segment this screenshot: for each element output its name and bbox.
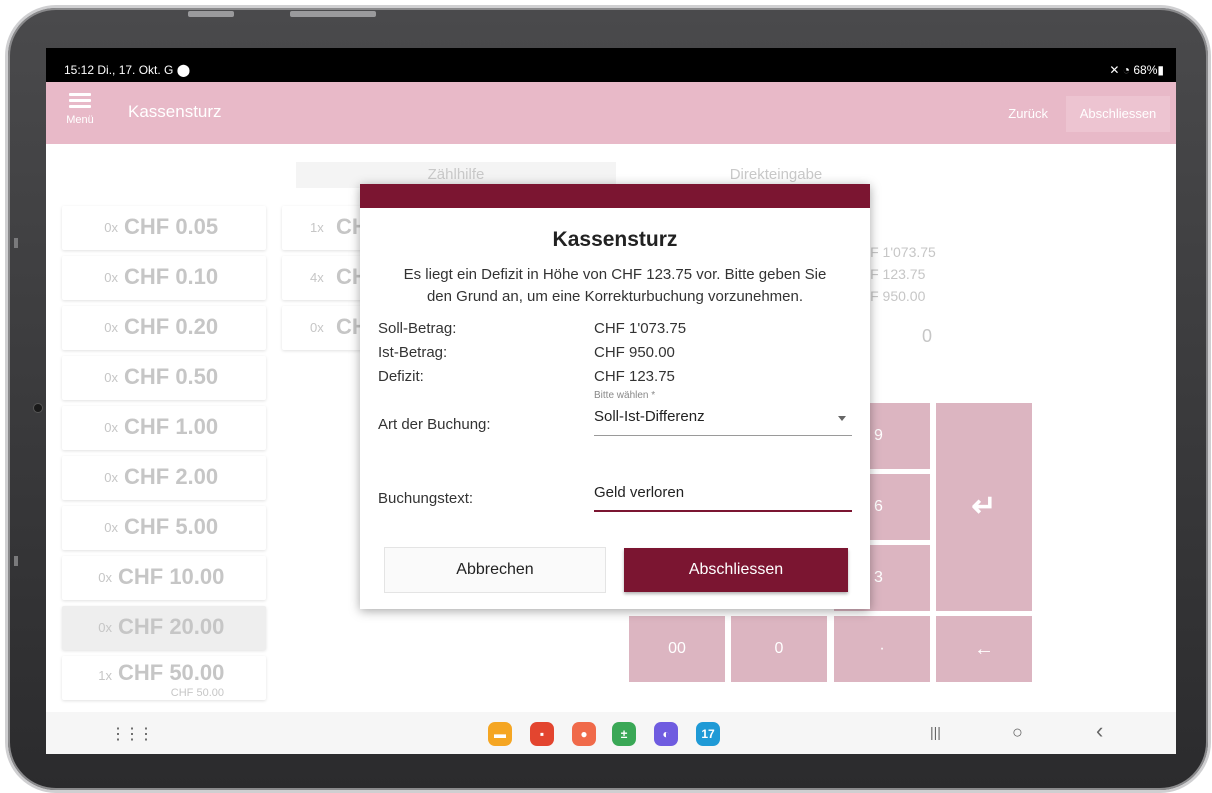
- key-decimal[interactable]: ·: [834, 616, 930, 682]
- denomination-count: 0x: [98, 620, 112, 635]
- denomination-button[interactable]: 0x CHF 0.05: [62, 206, 266, 250]
- denomination-button[interactable]: 0x CHF 1.00: [62, 406, 266, 450]
- actual-amount-value: CHF 950.00: [594, 344, 675, 361]
- deficit-amount: HF 123.75: [860, 266, 926, 282]
- denomination-count: 1x: [98, 668, 112, 683]
- dialog-title: Kassensturz: [552, 228, 678, 251]
- dropdown-caret-icon: [838, 416, 846, 421]
- status-bar: 15:12 Di., 17. Okt. G ⬤ ✕ ◔ 68%▮: [46, 48, 1176, 82]
- dialog-message: Es liegt ein Defizit in Höhe von CHF 123…: [403, 266, 827, 305]
- calendar-day: 17: [701, 727, 715, 741]
- cancel-button[interactable]: Abbrechen: [384, 547, 606, 593]
- booking-text-label: Buchungstext:: [378, 490, 474, 507]
- booking-type-hint: Bitte wählen *: [594, 390, 656, 401]
- hamburger-icon: [69, 93, 91, 108]
- booking-text-input[interactable]: Geld verloren: [594, 480, 852, 512]
- home-icon[interactable]: ○: [1012, 722, 1023, 743]
- key-00[interactable]: 00: [629, 616, 725, 682]
- denomination-count: 1x: [310, 220, 324, 235]
- denomination-value: CHF 0.20: [124, 314, 219, 339]
- denomination-value: CHF 5.00: [124, 514, 219, 539]
- side-button: [14, 556, 18, 566]
- denomination-button[interactable]: 0x CHF 2.00: [62, 456, 266, 500]
- deficit-value: CHF 123.75: [594, 368, 675, 385]
- browser-icon[interactable]: ◐: [654, 722, 678, 746]
- app-bar: Menü Kassensturz Zurück Abschliessen: [46, 82, 1176, 144]
- denomination-value: CHF 0.50: [124, 364, 219, 389]
- denomination-button[interactable]: 0x CHF 0.50: [62, 356, 266, 400]
- status-indicators: ✕ ◔ 68%▮: [1109, 63, 1164, 77]
- input-display: 0: [922, 326, 933, 346]
- denomination-value: CHF 50.00: [118, 660, 225, 685]
- denomination-value: CHF 0.10: [124, 264, 219, 289]
- menu-label: Menü: [66, 114, 94, 126]
- denomination-button[interactable]: 0x CHF 10.00: [62, 556, 266, 600]
- denomination-count: 0x: [104, 470, 118, 485]
- denomination-button[interactable]: 0x CHF 0.20: [62, 306, 266, 350]
- key-0[interactable]: 0: [731, 616, 827, 682]
- denomination-count: 0x: [104, 270, 118, 285]
- denomination-count: 0x: [104, 370, 118, 385]
- menu-button[interactable]: Menü: [62, 90, 98, 138]
- booking-type-value: Soll-Ist-Differenz: [594, 408, 705, 425]
- contacts-icon[interactable]: ●: [572, 722, 596, 746]
- denomination-count: 0x: [310, 320, 324, 335]
- denomination-count: 0x: [98, 570, 112, 585]
- status-time: 15:12 Di., 17. Okt. G ⬤: [64, 63, 191, 77]
- deficit-label: Defizit:: [378, 368, 424, 385]
- side-button: [14, 238, 18, 248]
- calculator-icon[interactable]: ±: [612, 722, 636, 746]
- denomination-button[interactable]: 0x CHF 20.00: [62, 606, 266, 650]
- calendar-icon[interactable]: 17: [696, 722, 720, 746]
- enter-icon: ↵: [971, 490, 997, 523]
- denomination-count: 0x: [104, 420, 118, 435]
- actual-amount: HF 950.00: [860, 288, 926, 304]
- denomination-value: CHF 10.00: [118, 564, 225, 589]
- booking-text-value: Geld verloren: [594, 484, 685, 501]
- target-amount: HF 1'073.75: [860, 244, 936, 260]
- booking-type-select[interactable]: Soll-Ist-Differenz: [594, 404, 852, 436]
- denomination-subtotal: CHF 50.00: [170, 687, 224, 699]
- confirm-button[interactable]: Abschliessen: [624, 548, 848, 592]
- actual-amount-label: Ist-Betrag:: [378, 344, 448, 361]
- backspace-key[interactable]: ←: [936, 616, 1032, 682]
- denomination-count: 0x: [104, 220, 118, 235]
- apps-grid-icon[interactable]: ⋮⋮⋮: [110, 724, 154, 744]
- front-camera: [34, 404, 42, 412]
- denomination-value: CHF 2.00: [124, 464, 219, 489]
- navigation-bar: ⋮⋮⋮ ▬ ▪ ● ± ◐ 17 ||| ○ ‹: [46, 712, 1176, 754]
- close-register-button[interactable]: Abschliessen: [1066, 96, 1170, 132]
- booking-type-label: Art der Buchung:: [378, 416, 491, 433]
- denomination-count: 4x: [310, 270, 324, 285]
- totals-summary: HF 1'073.75 HF 123.75 HF 950.00: [860, 241, 936, 307]
- target-amount-value: CHF 1'073.75: [594, 320, 687, 337]
- back-nav-icon[interactable]: ‹: [1096, 718, 1103, 744]
- dialog-header-bar: [360, 184, 870, 208]
- enter-key[interactable]: ↵: [936, 403, 1032, 611]
- back-button[interactable]: Zurück: [1008, 106, 1048, 121]
- denomination-button[interactable]: 0x CHF 0.10: [62, 256, 266, 300]
- target-amount-label: Soll-Betrag:: [378, 320, 457, 337]
- page-title: Kassensturz: [128, 102, 222, 121]
- recents-icon[interactable]: |||: [930, 724, 941, 740]
- backspace-icon: ←: [974, 638, 994, 660]
- power-button: [290, 11, 376, 17]
- volume-button: [188, 11, 234, 17]
- denomination-button[interactable]: 0x CHF 5.00: [62, 506, 266, 550]
- deficit-dialog: Kassensturz Es liegt ein Defizit in Höhe…: [360, 184, 870, 609]
- denomination-count: 0x: [104, 320, 118, 335]
- denomination-count: 0x: [104, 520, 118, 535]
- denomination-value: CHF 0.05: [124, 214, 219, 239]
- screen: 15:12 Di., 17. Okt. G ⬤ ✕ ◔ 68%▮ Menü Ka…: [46, 48, 1176, 754]
- folder-icon[interactable]: ▬: [488, 722, 512, 746]
- notes-icon[interactable]: ▪: [530, 722, 554, 746]
- denomination-button[interactable]: 1x CHF 50.00 CHF 50.00: [62, 656, 266, 700]
- denomination-value: CHF 1.00: [124, 414, 219, 439]
- denomination-value: CHF 20.00: [118, 614, 225, 639]
